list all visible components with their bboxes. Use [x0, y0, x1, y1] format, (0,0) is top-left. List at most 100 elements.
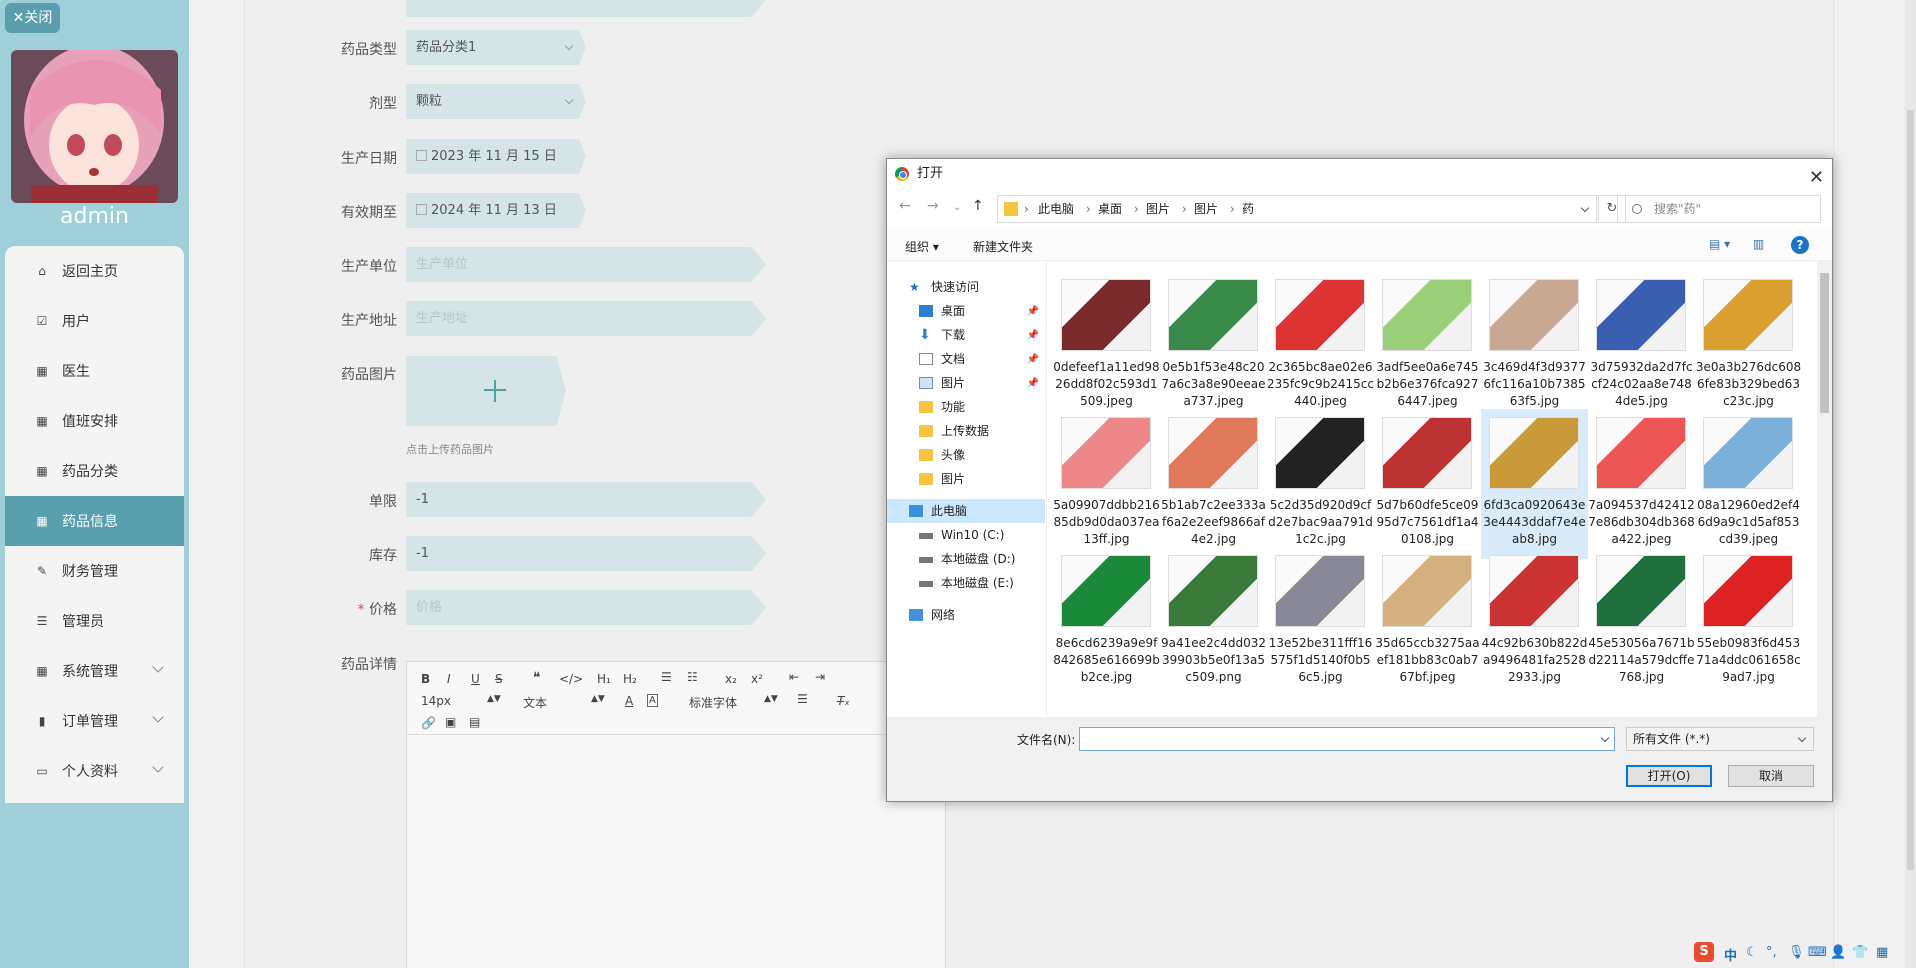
scrollbar-thumb[interactable]: [1820, 273, 1829, 413]
superscript-button[interactable]: x²: [751, 672, 763, 686]
organize-button[interactable]: 组织 ▾: [905, 238, 939, 255]
nav-item-folder-pictures[interactable]: 图片: [887, 467, 1045, 491]
bullet-list-icon[interactable]: ☷: [687, 670, 698, 684]
nav-item-drive-c[interactable]: Win10 (C:): [887, 523, 1045, 547]
moon-icon[interactable]: ☾: [1746, 945, 1758, 960]
top-field[interactable]: [406, 0, 766, 17]
file-item[interactable]: 7a094537d424127e86db304db368a422.jpeg: [1588, 409, 1695, 559]
user-icon[interactable]: 👤: [1830, 945, 1846, 960]
file-item[interactable]: 6fd3ca0920643e3e4443ddaf7e4eab8.jpg: [1481, 409, 1588, 559]
address-input[interactable]: 生产地址: [406, 301, 766, 336]
indent-icon[interactable]: ⇥: [815, 670, 825, 684]
menu-item-users[interactable]: ☑ 用户: [5, 296, 184, 346]
menu-item-drug-category[interactable]: ▦ 药品分类: [5, 446, 184, 496]
sogou-ime-icon[interactable]: S: [1694, 942, 1714, 962]
help-icon[interactable]: ?: [1791, 236, 1809, 254]
forward-arrow-icon[interactable]: →: [927, 198, 939, 214]
nav-item-drive-e[interactable]: 本地磁盘 (E:): [887, 571, 1045, 595]
nav-item-pictures[interactable]: 图片 📌: [887, 371, 1045, 395]
italic-button[interactable]: I: [447, 672, 451, 686]
clear-format-icon[interactable]: T̶ₓ: [837, 694, 850, 708]
file-item[interactable]: 55eb0983f6d45371a4ddc061658c9ad7.jpg: [1695, 547, 1802, 697]
menu-item-home[interactable]: ⌂ 返回主页: [5, 246, 184, 296]
file-item[interactable]: 3e0a3b276dc6086fe83b329bed63c23c.jpg: [1695, 271, 1802, 421]
chevron-down-icon[interactable]: [1600, 733, 1610, 743]
background-color-button[interactable]: A: [647, 694, 658, 707]
path-segment[interactable]: 图片: [1194, 196, 1218, 222]
path-segment[interactable]: 桌面: [1098, 196, 1122, 222]
nav-item-desktop[interactable]: 桌面 📌: [887, 299, 1045, 323]
shirt-icon[interactable]: 👕: [1852, 945, 1868, 960]
dosage-form-select[interactable]: 颗粒: [406, 84, 586, 119]
close-button[interactable]: ✕关闭: [5, 3, 60, 33]
font-family-select[interactable]: 标准字体: [689, 694, 737, 711]
file-scrollbar[interactable]: [1817, 261, 1832, 717]
price-input[interactable]: 价格: [406, 590, 766, 625]
recent-dropdown-icon[interactable]: ⌄: [953, 202, 961, 213]
file-item[interactable]: 3d75932da2d7fccf24c02aa8e7484de5.jpg: [1588, 271, 1695, 421]
file-item[interactable]: 0defeef1a11ed9826dd8f02c593d1509.jpeg: [1053, 271, 1160, 421]
file-item[interactable]: 5b1ab7c2ee333af6a2e2eef9866af4e2.jpg: [1160, 409, 1267, 559]
ime-mode[interactable]: 中: [1724, 945, 1737, 964]
nav-item-documents[interactable]: 文档 📌: [887, 347, 1045, 371]
image-icon[interactable]: ▣: [445, 715, 456, 729]
video-icon[interactable]: ▤: [469, 715, 480, 729]
h2-button[interactable]: H₂: [623, 672, 637, 686]
editor-content[interactable]: [407, 734, 945, 968]
file-item[interactable]: 13e52be311fff16575f1d5140f0b56c5.jpg: [1267, 547, 1374, 697]
file-item[interactable]: 2c365bc8ae02e6235fc9c9b2415cc440.jpeg: [1267, 271, 1374, 421]
ordered-list-icon[interactable]: ☰: [661, 670, 672, 684]
file-item[interactable]: 0e5b1f53e48c207a6c3a8e90eeaea737.jpeg: [1160, 271, 1267, 421]
nav-item-folder-avatar[interactable]: 头像: [887, 443, 1045, 467]
underline-button[interactable]: U: [471, 672, 480, 686]
stock-input[interactable]: -1: [406, 536, 766, 571]
open-button[interactable]: 打开(O): [1626, 765, 1712, 787]
keyboard-icon[interactable]: ⌨: [1808, 945, 1827, 960]
scrollbar-thumb[interactable]: [1907, 110, 1914, 870]
file-item[interactable]: 5a09907ddbb21685db9d0da037ea13ff.jpg: [1053, 409, 1160, 559]
new-folder-button[interactable]: 新建文件夹: [973, 238, 1033, 255]
limit-input[interactable]: -1: [406, 482, 766, 517]
align-icon[interactable]: ☰: [797, 692, 808, 706]
file-item[interactable]: 35d65ccb3275aaef181bb83c0ab767bf.jpeg: [1374, 547, 1481, 697]
menu-item-drug-info[interactable]: ▦ 药品信息: [5, 496, 184, 546]
up-arrow-icon[interactable]: ↑: [972, 198, 984, 214]
file-item[interactable]: 5d7b60dfe5ce0995d7c7561df1a40108.jpg: [1374, 409, 1481, 559]
nav-item-folder-features[interactable]: 功能: [887, 395, 1045, 419]
menu-item-profile[interactable]: ▭ 个人资料: [5, 746, 184, 796]
menu-item-finance[interactable]: ✎ 财务管理: [5, 546, 184, 596]
page-scrollbar[interactable]: [1905, 0, 1916, 968]
preview-pane-icon[interactable]: ▥: [1753, 237, 1764, 251]
nav-item-folder-upload[interactable]: 上传数据: [887, 419, 1045, 443]
nav-item-drive-d[interactable]: 本地磁盘 (D:): [887, 547, 1045, 571]
quote-button[interactable]: ❝: [533, 670, 541, 686]
code-button[interactable]: </>: [559, 672, 583, 686]
menu-item-orders[interactable]: ▮ 订单管理: [5, 696, 184, 746]
menu-item-admins[interactable]: ☰ 管理员: [5, 596, 184, 646]
grid-icon[interactable]: ▦: [1876, 945, 1888, 960]
nav-item-quick-access[interactable]: ★ 快速访问: [887, 275, 1045, 299]
file-item[interactable]: 3adf5ee0a6e745b2b6e376fca9276447.jpeg: [1374, 271, 1481, 421]
filetype-select[interactable]: 所有文件 (*.*): [1626, 727, 1814, 751]
mfg-date-input[interactable]: 2023 年 11 月 15 日: [406, 139, 586, 174]
menu-item-doctors[interactable]: ▦ 医生: [5, 346, 184, 396]
bold-button[interactable]: B: [421, 672, 430, 686]
expiry-date-input[interactable]: 2024 年 11 月 13 日: [406, 193, 586, 228]
path-segment[interactable]: 此电脑: [1038, 196, 1074, 222]
font-size-select[interactable]: 14px: [421, 694, 451, 708]
menu-item-system[interactable]: ▦ 系统管理: [5, 646, 184, 696]
path-segment[interactable]: 图片: [1146, 196, 1170, 222]
file-item[interactable]: 9a41ee2c4dd03239903b5e0f13a5c509.png: [1160, 547, 1267, 697]
file-item[interactable]: 5c2d35d920d9cfd2e7bac9aa791d1c2c.jpg: [1267, 409, 1374, 559]
outdent-icon[interactable]: ⇤: [789, 670, 799, 684]
maker-input[interactable]: 生产单位: [406, 247, 766, 282]
h1-button[interactable]: H₁: [597, 672, 611, 686]
subscript-button[interactable]: x₂: [725, 672, 737, 686]
file-item[interactable]: 45e53056a7671bd22114a579dcffe768.jpg: [1588, 547, 1695, 697]
type-select[interactable]: 药品分类1: [406, 30, 586, 65]
punctuation-icon[interactable]: °,: [1766, 945, 1777, 960]
text-style-select[interactable]: 文本: [523, 694, 547, 711]
back-arrow-icon[interactable]: ←: [899, 198, 911, 214]
path-segment[interactable]: 药: [1242, 196, 1254, 222]
file-item[interactable]: 8e6cd6239a9e9f842685e616699bb2ce.jpg: [1053, 547, 1160, 697]
